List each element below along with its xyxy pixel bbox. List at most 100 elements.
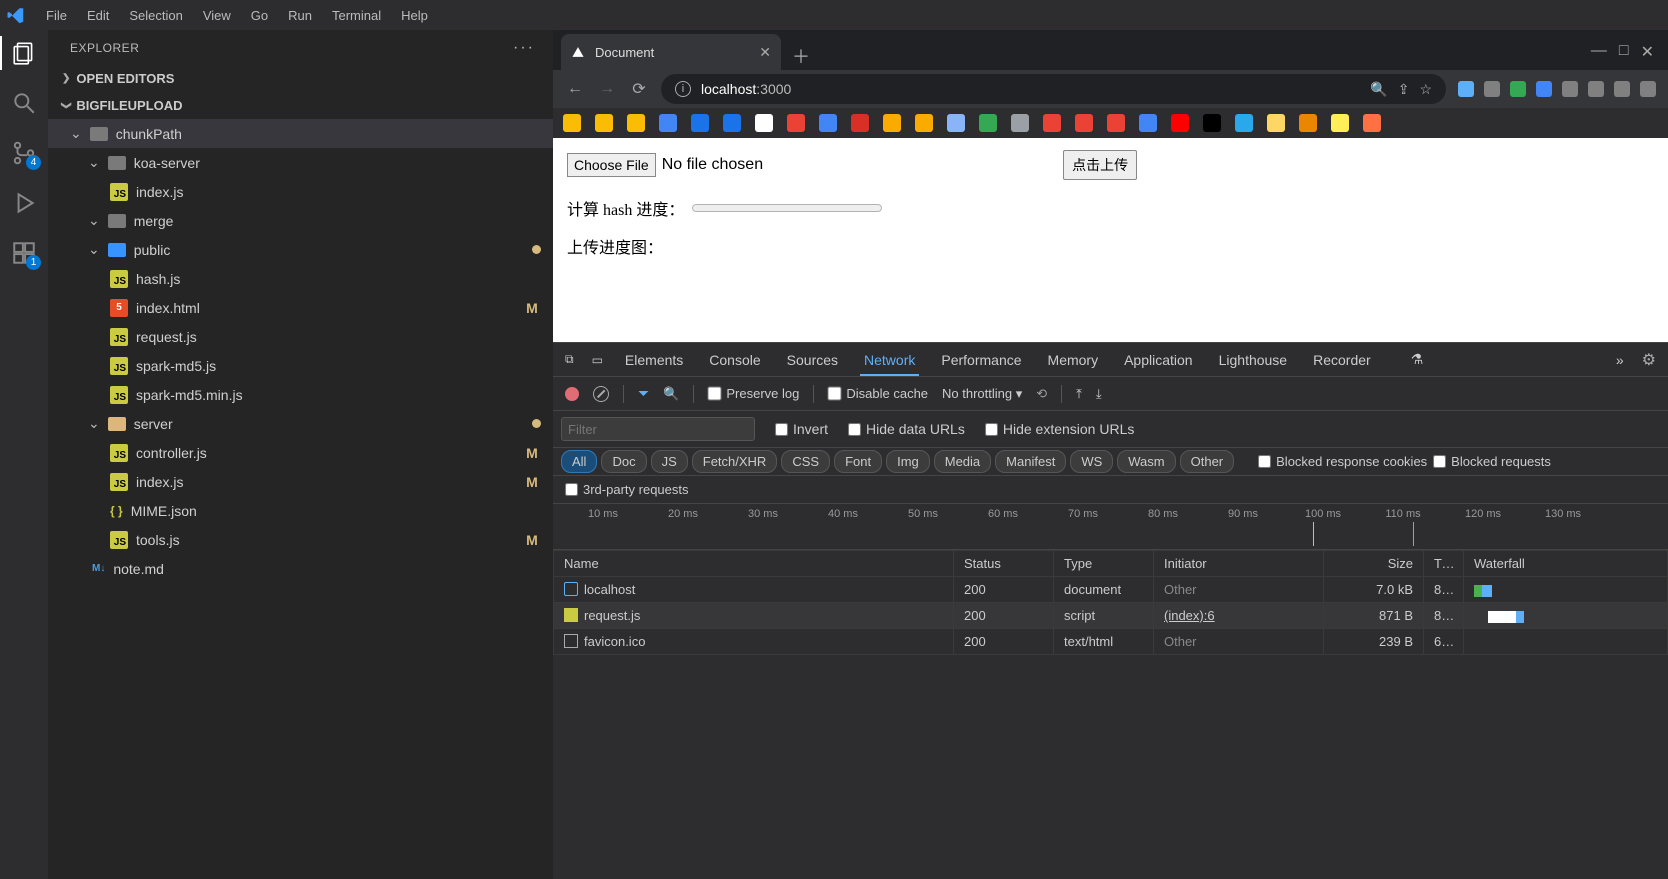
root-section[interactable]: ❯BIGFILEUPLOAD xyxy=(48,92,553,119)
menu-go[interactable]: Go xyxy=(241,4,278,27)
browser-tab[interactable]: Document ✕ xyxy=(561,34,781,70)
column-status[interactable]: Status xyxy=(954,551,1054,577)
tab-close-icon[interactable]: ✕ xyxy=(759,44,771,61)
upload-button[interactable]: 点击上传 xyxy=(1063,150,1137,180)
third-party-checkbox[interactable]: 3rd-party requests xyxy=(565,482,1656,497)
bookmark-icon[interactable] xyxy=(915,114,933,132)
request-row-favicon.ico[interactable]: favicon.ico200text/htmlOther239 B6 ... xyxy=(554,629,1668,655)
tree-spark-md5.min.js[interactable]: JSspark-md5.min.js xyxy=(48,380,553,409)
filter-toggle-icon[interactable]: ⏷ xyxy=(638,385,649,402)
tree-koa-server[interactable]: koa-server xyxy=(48,148,553,177)
extension-icon[interactable] xyxy=(1614,81,1630,97)
bookmark-icon[interactable] xyxy=(1011,114,1029,132)
bookmark-icon[interactable] xyxy=(627,114,645,132)
preserve-log-checkbox[interactable]: Preserve log xyxy=(708,386,799,401)
bookmark-icon[interactable] xyxy=(1363,114,1381,132)
bookmark-icon[interactable] xyxy=(1139,114,1157,132)
hide-extension-urls-checkbox[interactable]: Hide extension URLs xyxy=(985,421,1135,437)
search-icon[interactable]: 🔍 xyxy=(663,386,679,402)
reload-icon[interactable]: ⟳ xyxy=(629,79,649,99)
bookmark-icon[interactable] xyxy=(819,114,837,132)
menu-terminal[interactable]: Terminal xyxy=(322,4,391,27)
blocked-cookies-checkbox[interactable]: Blocked response cookies xyxy=(1258,454,1427,469)
menu-file[interactable]: File xyxy=(36,4,77,27)
devtools-tab-sources[interactable]: Sources xyxy=(783,346,842,374)
forward-icon[interactable]: → xyxy=(597,79,617,99)
type-pill-manifest[interactable]: Manifest xyxy=(995,450,1066,473)
network-conditions-icon[interactable]: ⟲ xyxy=(1036,386,1047,402)
devtools-tab-application[interactable]: Application xyxy=(1120,346,1197,374)
bookmark-icon[interactable] xyxy=(979,114,997,132)
type-pill-img[interactable]: Img xyxy=(886,450,930,473)
record-icon[interactable] xyxy=(565,387,579,401)
tree-index.html[interactable]: 5index.htmlM xyxy=(48,293,553,322)
tree-note.md[interactable]: M↓note.md xyxy=(48,554,553,583)
bookmark-icon[interactable] xyxy=(1203,114,1221,132)
bookmark-icon[interactable]: ☆ xyxy=(1419,81,1432,98)
file-input[interactable]: Choose File No file chosen xyxy=(567,153,763,177)
site-info-icon[interactable]: i xyxy=(675,81,691,97)
request-row-localhost[interactable]: localhost200documentOther7.0 kB8 ... xyxy=(554,577,1668,603)
back-icon[interactable]: ← xyxy=(565,79,585,99)
devtools-tab-lighthouse[interactable]: Lighthouse xyxy=(1215,346,1292,374)
bookmark-icon[interactable] xyxy=(1075,114,1093,132)
clear-icon[interactable] xyxy=(593,386,609,402)
bookmark-icon[interactable] xyxy=(723,114,741,132)
type-pill-ws[interactable]: WS xyxy=(1070,450,1113,473)
omnibox[interactable]: i localhost:3000 🔍 ⇪ ☆ xyxy=(661,74,1446,104)
window-max-icon[interactable]: □ xyxy=(1619,42,1629,62)
type-pill-all[interactable]: All xyxy=(561,450,597,473)
bookmark-icon[interactable] xyxy=(1299,114,1317,132)
source-control-tab-icon[interactable]: 4 xyxy=(11,140,37,166)
import-har-icon[interactable]: ⤒ xyxy=(1076,386,1082,402)
bookmark-icon[interactable] xyxy=(787,114,805,132)
bookmarks-bar[interactable] xyxy=(553,108,1668,138)
bookmark-icon[interactable] xyxy=(851,114,869,132)
new-tab-button[interactable]: ＋ xyxy=(787,42,815,70)
menu-selection[interactable]: Selection xyxy=(119,4,192,27)
tree-controller.js[interactable]: JScontroller.jsM xyxy=(48,438,553,467)
open-editors-section[interactable]: ❯OPEN EDITORS xyxy=(48,65,553,92)
extension-icon[interactable] xyxy=(1484,81,1500,97)
tree-chunkPath[interactable]: chunkPath xyxy=(48,119,553,148)
window-close-icon[interactable]: ✕ xyxy=(1641,42,1654,62)
column-initiator[interactable]: Initiator xyxy=(1154,551,1324,577)
extension-icon[interactable] xyxy=(1640,81,1656,97)
tree-public[interactable]: public xyxy=(48,235,553,264)
devtools-tab-elements[interactable]: Elements xyxy=(621,346,687,374)
network-timeline[interactable]: 10 ms20 ms30 ms40 ms50 ms60 ms70 ms80 ms… xyxy=(553,504,1668,550)
tree-index.js[interactable]: JSindex.js xyxy=(48,177,553,206)
device-icon[interactable]: ▭ xyxy=(592,353,603,367)
extension-icon[interactable] xyxy=(1458,81,1474,97)
tree-server[interactable]: server xyxy=(48,409,553,438)
devtools-settings-icon[interactable]: ⚙ xyxy=(1642,350,1656,370)
zoom-icon[interactable]: 🔍 xyxy=(1370,81,1387,98)
tree-index.js[interactable]: JSindex.jsM xyxy=(48,467,553,496)
tree-tools.js[interactable]: JStools.jsM xyxy=(48,525,553,554)
invert-checkbox[interactable]: Invert xyxy=(775,421,828,437)
type-pill-other[interactable]: Other xyxy=(1180,450,1235,473)
type-pill-css[interactable]: CSS xyxy=(781,450,830,473)
devtools-tab-console[interactable]: Console xyxy=(705,346,764,374)
bookmark-icon[interactable] xyxy=(1043,114,1061,132)
sidebar-more-icon[interactable]: ··· xyxy=(513,39,535,57)
type-pill-js[interactable]: JS xyxy=(651,450,688,473)
bookmark-icon[interactable] xyxy=(1171,114,1189,132)
hide-data-urls-checkbox[interactable]: Hide data URLs xyxy=(848,421,965,437)
bookmark-icon[interactable] xyxy=(1235,114,1253,132)
tree-hash.js[interactable]: JShash.js xyxy=(48,264,553,293)
disable-cache-checkbox[interactable]: Disable cache xyxy=(828,386,928,401)
bookmark-icon[interactable] xyxy=(947,114,965,132)
type-pill-wasm[interactable]: Wasm xyxy=(1117,450,1175,473)
column-waterfall[interactable]: Waterfall xyxy=(1464,551,1668,577)
tree-request.js[interactable]: JSrequest.js xyxy=(48,322,553,351)
tree-spark-md5.js[interactable]: JSspark-md5.js xyxy=(48,351,553,380)
blocked-requests-checkbox[interactable]: Blocked requests xyxy=(1433,454,1551,469)
choose-file-button[interactable]: Choose File xyxy=(567,153,656,177)
bookmark-icon[interactable] xyxy=(1331,114,1349,132)
devtools-tab-recorder[interactable]: Recorder xyxy=(1309,346,1375,374)
bookmark-icon[interactable] xyxy=(595,114,613,132)
tree-merge[interactable]: merge xyxy=(48,206,553,235)
export-har-icon[interactable]: ⤓ xyxy=(1096,386,1102,402)
tree-MIME.json[interactable]: { }MIME.json xyxy=(48,496,553,525)
